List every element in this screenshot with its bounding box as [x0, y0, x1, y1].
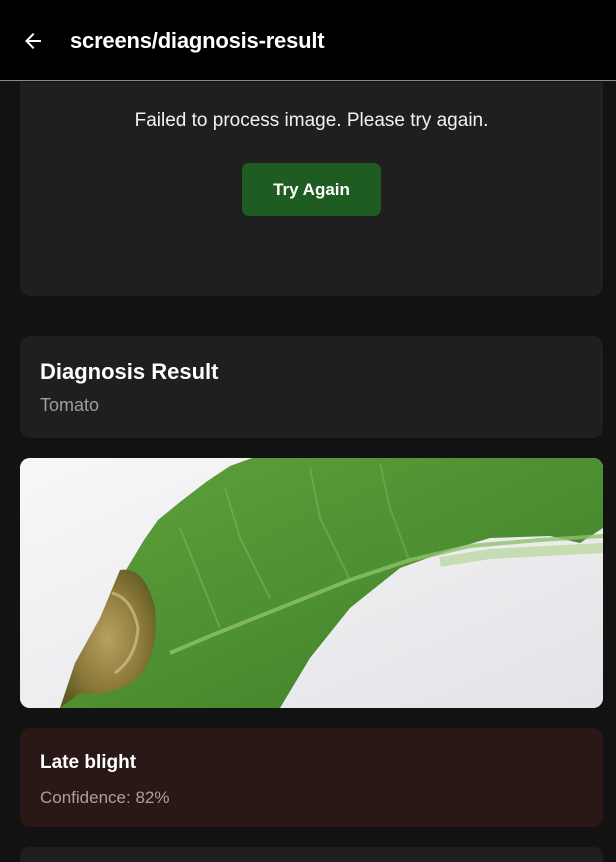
try-again-button[interactable]: Try Again	[242, 163, 381, 216]
back-button[interactable]	[16, 26, 50, 56]
error-message: Failed to process image. Please try agai…	[134, 110, 489, 131]
header-title: screens/diagnosis-result	[70, 28, 325, 53]
app-header: screens/diagnosis-result	[0, 0, 616, 81]
next-card	[20, 847, 603, 862]
disease-name: Late blight	[40, 752, 137, 773]
tomato-leaf-image	[20, 458, 603, 708]
error-card: Failed to process image. Please try agai…	[20, 82, 603, 296]
arrow-left-icon	[25, 33, 41, 49]
diagnosis-result-title: Diagnosis Result	[40, 359, 219, 384]
disease-card[interactable]: Late blight Confidence: 82%	[20, 728, 603, 827]
scroll-content[interactable]: Failed to process image. Please try agai…	[0, 82, 616, 862]
diagnosis-result-card: Diagnosis Result Tomato	[20, 336, 603, 438]
leaf-photo	[20, 458, 603, 708]
confidence-text: Confidence: 82%	[40, 788, 170, 807]
crop-name: Tomato	[40, 395, 100, 415]
